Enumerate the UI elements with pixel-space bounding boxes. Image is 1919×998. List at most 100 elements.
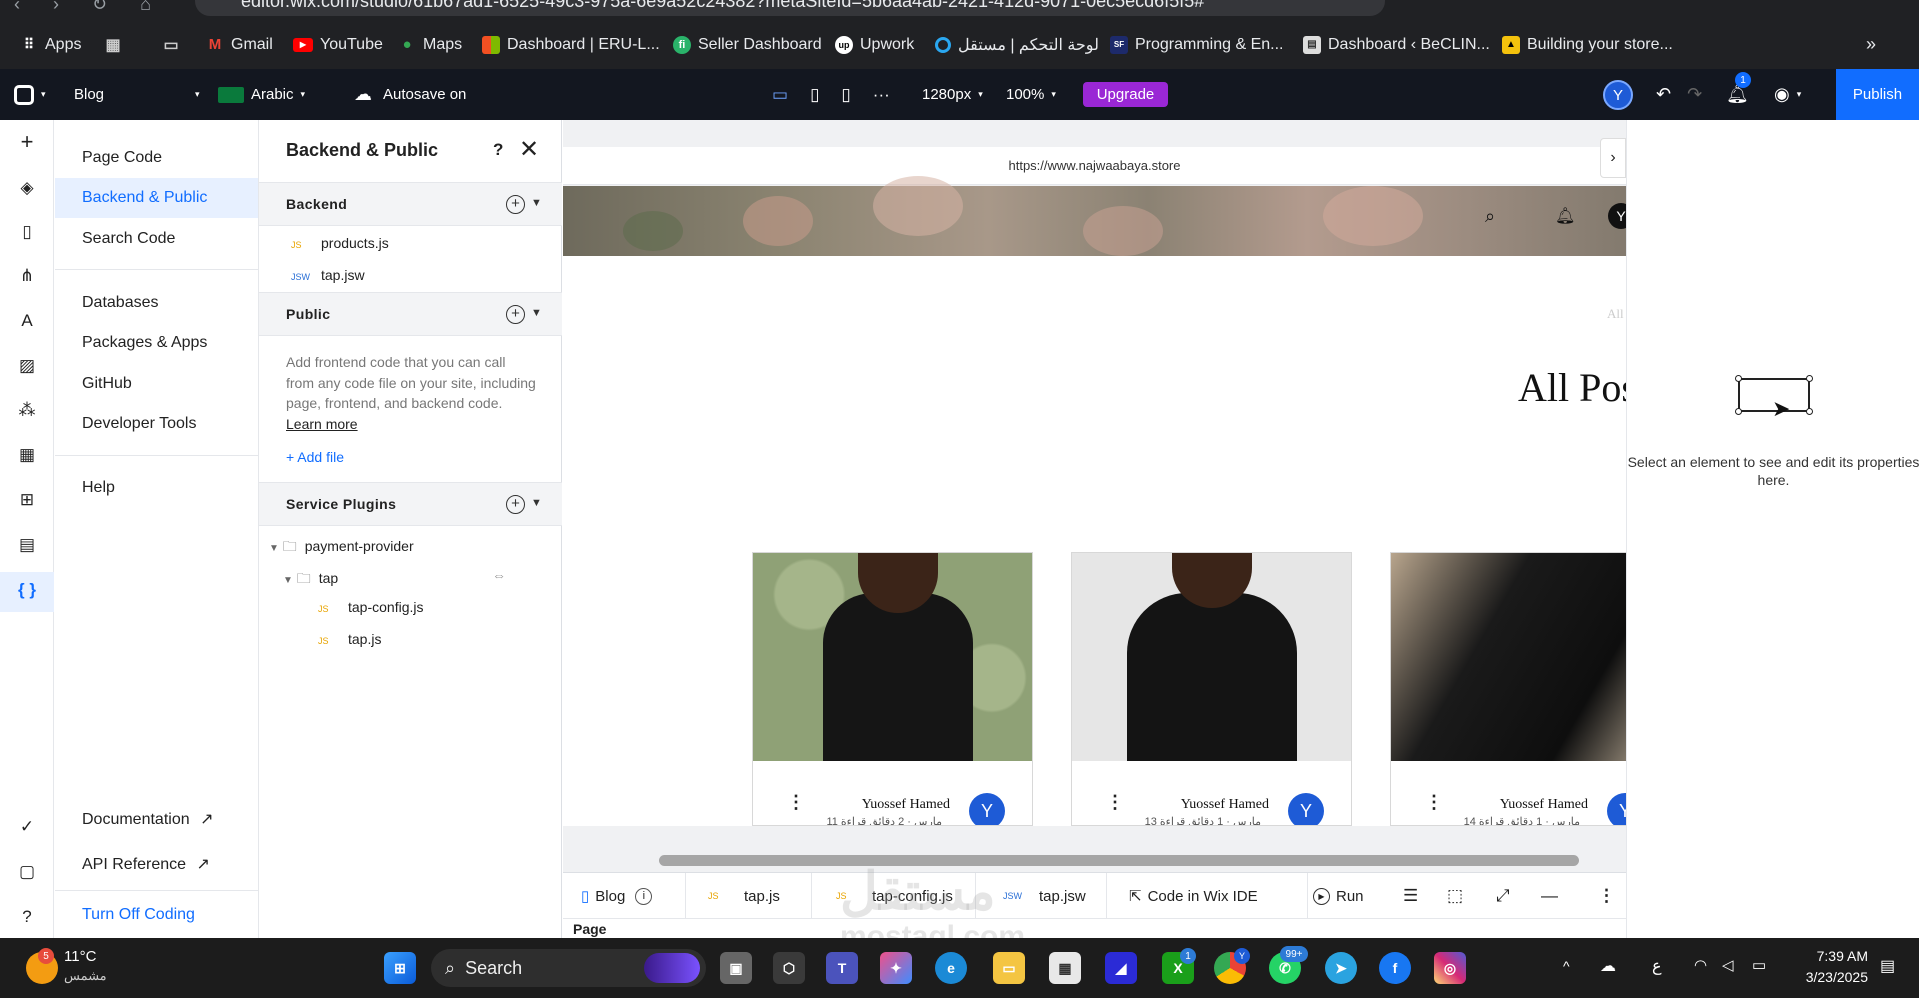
nav-help[interactable]: Help bbox=[82, 479, 115, 497]
apps-icon[interactable]: ▦ bbox=[15, 443, 39, 467]
store-icon[interactable]: ▦ bbox=[1049, 952, 1081, 984]
help-button[interactable]: ? bbox=[493, 140, 503, 160]
tray-chevron-icon[interactable]: ^ bbox=[1563, 958, 1570, 974]
bell-icon[interactable]: 🔔︎ bbox=[1555, 206, 1575, 226]
page-selector[interactable]: Blog ▾ bbox=[74, 69, 200, 120]
language-selector[interactable]: Arabic ▾ bbox=[218, 69, 305, 120]
code-in-ide-button[interactable]: ⇱ Code in Wix IDE bbox=[1129, 873, 1258, 919]
horizontal-scrollbar[interactable] bbox=[659, 855, 1579, 866]
tablet-icon[interactable]: ▯ bbox=[810, 85, 819, 105]
windows-start-icon[interactable]: ⊞ bbox=[384, 952, 416, 984]
autosave-indicator[interactable]: ☁ Autosave on bbox=[354, 69, 466, 120]
address-bar[interactable]: editor.wix.com/studio/61b67ad1-6525-49c3… bbox=[195, 0, 1385, 16]
caret-down-icon[interactable]: ▼ bbox=[531, 197, 542, 209]
member-avatar[interactable]: Y bbox=[1608, 203, 1626, 229]
mobile-icon[interactable]: ▯ bbox=[841, 85, 850, 105]
tab-tap-jsw[interactable]: JSW tap.jsw bbox=[1003, 873, 1086, 919]
close-icon[interactable]: ✕ bbox=[519, 135, 539, 164]
bookmark-maps[interactable]: ● Maps bbox=[398, 20, 462, 69]
info-icon[interactable]: i bbox=[635, 887, 653, 905]
bookmark-folder[interactable]: ▭ bbox=[162, 20, 180, 69]
taskbar-search[interactable]: ⌕ Search bbox=[431, 949, 706, 987]
visual-studio-icon[interactable]: ◢ bbox=[1105, 952, 1137, 984]
typography-icon[interactable]: A bbox=[15, 309, 39, 333]
sitemap-icon[interactable]: ⋔ bbox=[15, 264, 39, 288]
more-options-icon[interactable]: ⋮ bbox=[1106, 793, 1124, 811]
more-breakpoints-icon[interactable]: ··· bbox=[873, 85, 890, 105]
run-button[interactable]: ▶ Run bbox=[1313, 873, 1364, 919]
desktop-icon[interactable]: ▭ bbox=[772, 85, 788, 105]
keyboard-language[interactable]: ع bbox=[1652, 956, 1662, 976]
redo-icon[interactable]: ↷ bbox=[1687, 84, 1702, 105]
weather-temp[interactable]: 11°C bbox=[64, 948, 96, 965]
nav-backend-public[interactable]: Backend & Public bbox=[82, 189, 207, 207]
post-card[interactable]: ⋮ Y Yuossef Hamed 13 مارس · 1 دقائق قراء… bbox=[1071, 552, 1352, 826]
add-elements-icon[interactable]: + bbox=[15, 129, 39, 154]
editor-canvas[interactable]: https://www.najwaabaya.store › ⌕ 🔔︎ Y Al… bbox=[563, 120, 1626, 872]
expand-panel-chevron-icon[interactable]: › bbox=[1600, 138, 1626, 178]
preview-button[interactable]: ◉ ▾ bbox=[1774, 69, 1801, 120]
telegram-icon[interactable]: ➤ bbox=[1325, 952, 1357, 984]
bookmark-upwork[interactable]: up Upwork bbox=[835, 20, 914, 69]
public-section-header[interactable]: Public + ▼ bbox=[259, 292, 562, 336]
nav-documentation[interactable]: Documentation ↗ bbox=[82, 809, 213, 829]
wix-menu-button[interactable]: ▾ bbox=[14, 69, 46, 120]
add-circle-icon[interactable]: + bbox=[506, 195, 525, 214]
bookmark-dashboard-eru[interactable]: Dashboard | ERU-L... bbox=[482, 20, 660, 69]
file-tap-jsw[interactable]: JSW tap.jsw bbox=[291, 267, 365, 283]
zoom-selector[interactable]: 100% ▾ bbox=[1006, 69, 1056, 120]
upgrade-button[interactable]: Upgrade bbox=[1083, 82, 1168, 107]
format-code-icon[interactable]: ☰ bbox=[1403, 873, 1418, 919]
facebook-icon[interactable]: f bbox=[1379, 952, 1411, 984]
nav-packages-apps[interactable]: Packages & Apps bbox=[82, 334, 207, 352]
folder-payment-provider[interactable]: ▼ 🗀︎ payment-provider bbox=[269, 536, 414, 560]
wifi-icon[interactable]: ◠ bbox=[1694, 956, 1707, 974]
help-question-icon[interactable]: ? bbox=[15, 905, 39, 929]
business-apps-icon[interactable]: ⊞ bbox=[15, 488, 39, 512]
add-circle-icon[interactable]: + bbox=[506, 495, 525, 514]
bookmark-building-store[interactable]: ▲ Building your store... bbox=[1502, 20, 1673, 69]
file-tap-js[interactable]: JS tap.js bbox=[318, 631, 381, 647]
tab-tap-js[interactable]: JS tap.js bbox=[708, 873, 780, 919]
volume-icon[interactable]: ◁ bbox=[1722, 956, 1734, 974]
bookmark-seller-dashboard[interactable]: fi Seller Dashboard bbox=[673, 20, 822, 69]
bookmark-programming[interactable]: SF Programming & En... bbox=[1110, 20, 1284, 69]
breakpoint-width[interactable]: 1280px ▾ bbox=[922, 69, 983, 120]
tab-blog-page[interactable]: ▯ Blog i bbox=[581, 873, 653, 919]
components-icon[interactable]: ⁂ bbox=[15, 398, 39, 422]
instagram-icon[interactable]: ◎ bbox=[1434, 952, 1466, 984]
caret-down-icon[interactable]: ▼ bbox=[531, 307, 542, 319]
code-braces-icon[interactable]: { } bbox=[15, 578, 39, 602]
nav-developer-tools[interactable]: Developer Tools bbox=[82, 415, 196, 433]
media-icon[interactable]: ▨ bbox=[15, 354, 39, 378]
checklist-icon[interactable]: ✓ bbox=[15, 815, 39, 839]
select-element-icon[interactable]: ⬚ bbox=[1447, 873, 1463, 919]
cms-icon[interactable]: ▤ bbox=[15, 533, 39, 557]
publish-button[interactable]: Publish bbox=[1836, 69, 1919, 120]
turn-off-coding-link[interactable]: Turn Off Coding bbox=[82, 906, 195, 924]
post-card[interactable]: ⋮ Y Yuossef Hamed 14 مارس · 1 دقائق قراء… bbox=[1390, 552, 1626, 826]
expand-icon[interactable]: ⤢ bbox=[1496, 873, 1510, 919]
minimize-icon[interactable]: — bbox=[1541, 873, 1558, 919]
undo-icon[interactable]: ↶ bbox=[1656, 84, 1671, 105]
teams-icon[interactable]: T bbox=[826, 952, 858, 984]
bookmark-becline[interactable]: ▤ Dashboard ‹ BeCLIN... bbox=[1303, 20, 1490, 69]
bookmark-apps[interactable]: ⠿ Apps bbox=[20, 20, 82, 69]
learn-more-link[interactable]: Learn more bbox=[286, 416, 358, 432]
bookmark-youtube[interactable]: ▶ YouTube bbox=[293, 20, 383, 69]
copilot-icon[interactable]: ✦ bbox=[880, 952, 912, 984]
user-avatar[interactable]: Y bbox=[1603, 80, 1633, 110]
file-explorer-icon[interactable]: ▭ bbox=[993, 952, 1025, 984]
backend-section-header[interactable]: Backend + ▼ bbox=[259, 182, 562, 226]
layers-icon[interactable]: ◈ bbox=[15, 176, 39, 200]
add-file-button[interactable]: + Add file bbox=[286, 449, 344, 465]
file-products-js[interactable]: JS products.js bbox=[291, 235, 389, 251]
more-options-icon[interactable]: ⋮ bbox=[787, 793, 805, 811]
nav-page-code[interactable]: Page Code bbox=[82, 149, 162, 167]
add-circle-icon[interactable]: + bbox=[506, 305, 525, 324]
more-options-icon[interactable]: ⋮ bbox=[1425, 793, 1443, 811]
search-icon[interactable]: ⌕ bbox=[1485, 206, 1495, 227]
bookmark-grid[interactable]: ▦ bbox=[104, 20, 122, 69]
edge-icon[interactable]: e bbox=[935, 952, 967, 984]
bookmark-gmail[interactable]: M Gmail bbox=[206, 20, 273, 69]
